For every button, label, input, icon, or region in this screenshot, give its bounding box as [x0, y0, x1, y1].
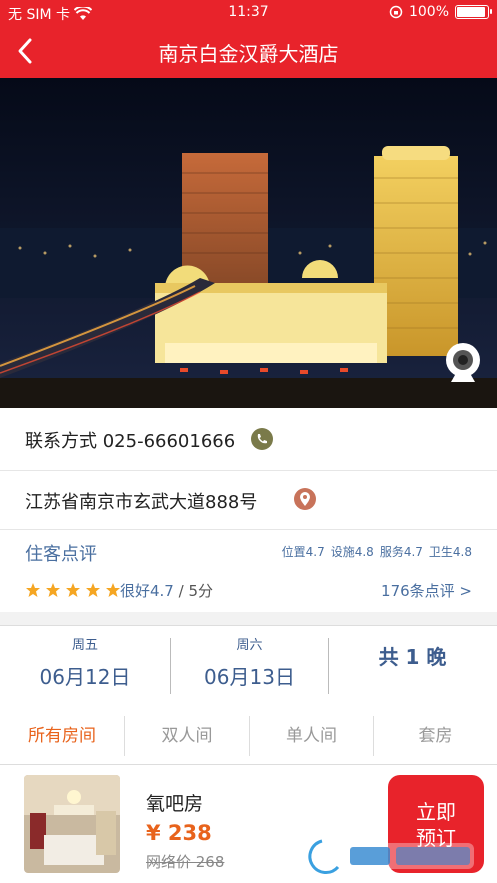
tab-suite[interactable]: 套房 — [374, 708, 497, 764]
star-icon — [46, 583, 60, 597]
tab-single-room[interactable]: 单人间 — [250, 708, 373, 764]
room-name: 氧吧房 — [146, 793, 204, 815]
checkout-date[interactable]: 周六 06月13日 — [171, 626, 328, 708]
contact-row[interactable]: 联系方式 025-66601666 — [0, 408, 497, 471]
checkout-weekday: 周六 — [236, 638, 263, 653]
review-title: 住客点评 — [25, 544, 97, 565]
checkin-weekday: 周五 — [71, 638, 98, 653]
star-icon — [26, 583, 40, 597]
address-row[interactable]: 江苏省南京市玄武大道888号 — [0, 471, 497, 529]
star-icon — [106, 583, 120, 597]
guest-review-section[interactable]: 住客点评 位置4.7 设施4.8 服务4.7 卫生4.8 很好4.7 / 5分 … — [0, 529, 497, 612]
hotel-photo[interactable] — [0, 78, 497, 408]
checkin-date-value: 06月12日 — [39, 665, 131, 689]
star-icon — [66, 583, 80, 597]
tab-double-room[interactable]: 双人间 — [125, 708, 249, 764]
score-location: 位置4.7 — [281, 545, 325, 559]
watermark-logo — [306, 838, 474, 876]
room-type-tabs: 所有房间 双人间 单人间 套房 — [0, 708, 497, 765]
date-selector: 周五 06月12日 周六 06月13日 共 1 晚 — [0, 625, 497, 709]
star-rating — [25, 582, 121, 598]
nav-bar: 南京白金汉爵大酒店 — [0, 26, 497, 78]
review-subscores: 位置4.7 设施4.8 服务4.7 卫生4.8 — [282, 543, 472, 560]
star-icon — [86, 583, 100, 597]
address-text: 江苏省南京市玄武大道888号 — [25, 492, 258, 513]
room-thumbnail[interactable] — [24, 775, 120, 873]
nights-count: 共 1 晚 — [378, 645, 447, 669]
score-service: 服务4.7 — [379, 545, 423, 559]
score-hygiene: 卫生4.8 — [428, 545, 472, 559]
orientation-lock-icon — [389, 5, 403, 19]
score-facilities: 设施4.8 — [330, 545, 374, 559]
checkout-date-value: 06月13日 — [204, 665, 295, 689]
rating-scale: / 5分 — [173, 582, 213, 600]
overall-rating: 很好4.7 / 5分 — [120, 580, 213, 601]
original-price: 网络价 268 — [146, 853, 225, 871]
location-pin-icon[interactable] — [294, 488, 316, 510]
webcam-icon[interactable] — [443, 342, 483, 386]
contact-label: 联系方式 025-66601666 — [25, 431, 236, 452]
hotel-night-scene — [0, 78, 497, 408]
phone-icon[interactable] — [251, 428, 273, 450]
review-count-link[interactable]: 176条点评 > — [381, 580, 472, 601]
tab-all-rooms[interactable]: 所有房间 — [0, 708, 124, 764]
battery-fill — [457, 7, 485, 17]
overall-score: 很好4.7 — [120, 582, 174, 600]
checkin-date[interactable]: 周五 06月12日 — [0, 626, 170, 708]
battery-icon — [455, 5, 492, 19]
room-price: ¥ 238 — [146, 821, 212, 845]
status-bar: 无 SIM 卡 11:37 100% — [0, 0, 497, 26]
battery-percent: 100% — [408, 4, 449, 20]
page-title: 南京白金汉爵大酒店 — [158, 42, 339, 66]
battery-group: 100% — [389, 4, 492, 20]
